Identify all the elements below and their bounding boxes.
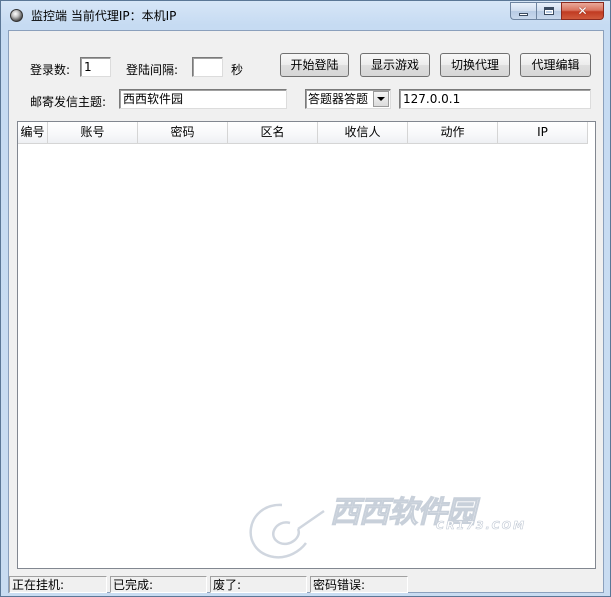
login-interval-label: 登陆间隔:: [126, 63, 179, 77]
column-header-zone[interactable]: 区名: [228, 122, 318, 144]
seconds-label: 秒: [231, 63, 244, 77]
status-bar: 正在挂机: 已完成: 废了: 密码错误:: [9, 574, 603, 594]
answer-mode-value: 答题器答题: [308, 92, 369, 106]
show-game-button[interactable]: 显示游戏: [360, 53, 430, 77]
mail-subject-label: 邮寄发信主题:: [30, 95, 107, 109]
minimize-icon: [519, 12, 528, 16]
column-header-action[interactable]: 动作: [408, 122, 498, 144]
answer-mode-select[interactable]: 答题器答题: [305, 89, 391, 109]
edit-proxy-button[interactable]: 代理编辑: [520, 53, 591, 77]
watermark-brand-en: CR173.COM: [436, 519, 527, 533]
app-window: 监控端 当前代理IP：本机IP ✕ 登录数: 1 登陆间隔: 秒 开始登陆 显示…: [0, 0, 611, 597]
client-area: 登录数: 1 登陆间隔: 秒 开始登陆 显示游戏 切换代理 代理编辑 邮寄发信主…: [8, 30, 604, 593]
column-header-account[interactable]: 账号: [48, 122, 138, 144]
status-completed: 已完成:: [110, 576, 207, 593]
status-scrapped: 废了:: [210, 576, 307, 593]
status-password-error: 密码错误:: [310, 576, 408, 593]
login-count-label: 登录数:: [30, 63, 71, 77]
window-title: 监控端 当前代理IP：本机IP: [31, 9, 177, 23]
chevron-down-icon[interactable]: [373, 91, 389, 107]
proxy-ip-input[interactable]: 127.0.0.1: [399, 89, 591, 109]
column-header-id[interactable]: 编号: [18, 122, 48, 144]
maximize-button[interactable]: [536, 2, 561, 20]
column-header-recipient[interactable]: 收信人: [318, 122, 408, 144]
login-interval-input[interactable]: [192, 57, 223, 77]
close-icon: ✕: [577, 4, 588, 18]
title-bar[interactable]: 监控端 当前代理IP：本机IP ✕: [1, 1, 610, 27]
close-button[interactable]: ✕: [561, 2, 604, 20]
status-hanging: 正在挂机:: [9, 576, 107, 593]
mail-subject-input[interactable]: 西西软件园: [119, 89, 287, 109]
account-list[interactable]: 编号 账号 密码 区名 收信人 动作 IP: [17, 121, 596, 569]
column-header-password[interactable]: 密码: [138, 122, 228, 144]
switch-proxy-button[interactable]: 切换代理: [440, 53, 510, 77]
column-header-ip[interactable]: IP: [498, 122, 588, 144]
login-count-input[interactable]: 1: [80, 57, 111, 77]
maximize-icon: [544, 7, 554, 15]
minimize-button[interactable]: [510, 2, 536, 20]
list-header: 编号 账号 密码 区名 收信人 动作 IP: [18, 122, 595, 144]
start-login-button[interactable]: 开始登陆: [280, 53, 349, 77]
app-icon: [10, 9, 23, 22]
caption-buttons: ✕: [510, 2, 604, 20]
